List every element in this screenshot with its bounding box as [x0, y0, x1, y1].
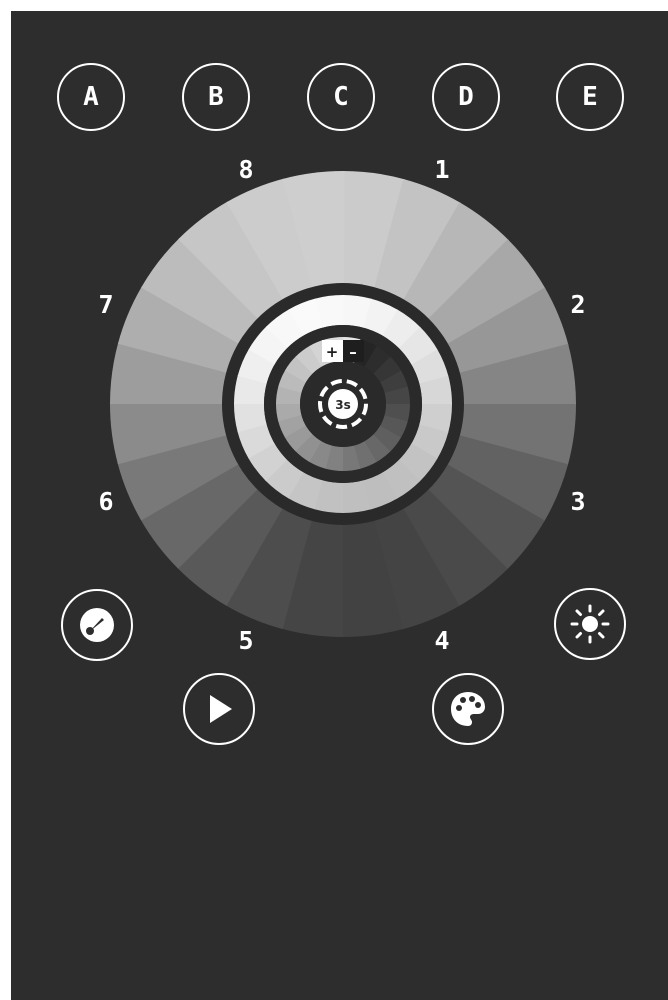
sun-icon — [570, 604, 610, 644]
palette-icon — [451, 692, 485, 726]
color-wheel[interactable]: + – 3s — [0, 0, 668, 1000]
brightness-button[interactable] — [554, 588, 626, 660]
play-icon — [210, 695, 232, 723]
increase-label: + — [326, 343, 339, 361]
timer-label: 3s — [335, 398, 351, 412]
play-button[interactable] — [183, 673, 255, 745]
palette-button[interactable] — [432, 673, 504, 745]
speedometer-icon — [80, 608, 114, 642]
speed-button[interactable] — [61, 589, 133, 661]
decrease-label: – — [349, 343, 357, 361]
